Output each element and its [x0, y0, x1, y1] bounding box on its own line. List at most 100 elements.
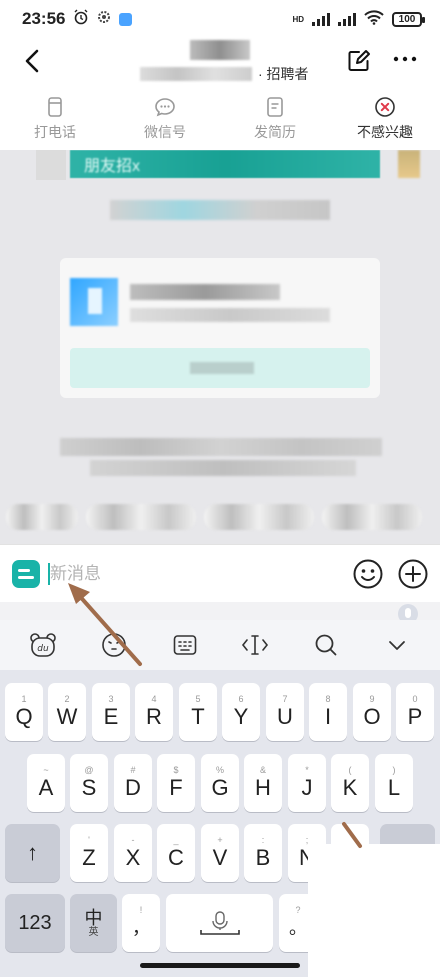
key-label: G [211, 775, 229, 800]
key-p[interactable]: 0P [396, 683, 434, 741]
key-o[interactable]: 9O [353, 683, 391, 741]
key-u[interactable]: 7U [266, 683, 304, 741]
key-q[interactable]: 1Q [5, 683, 43, 741]
key-hint: % [215, 765, 224, 775]
keyboard-switch-button[interactable] [168, 628, 202, 662]
bear-logo-icon: du [30, 633, 57, 657]
message-input[interactable] [50, 557, 330, 591]
key-hint: 9 [369, 694, 375, 704]
hide-keyboard-button[interactable] [380, 628, 414, 662]
key-hint: + [217, 835, 223, 845]
plus-icon [398, 559, 428, 589]
key-label: T [191, 704, 205, 729]
key-label: V [212, 845, 228, 870]
key-label: B [255, 845, 271, 870]
key-label: D [125, 775, 141, 800]
chat-actions-bar: 打电话 微信号 发简历 不感兴趣 [0, 88, 440, 150]
key-v[interactable]: + V [201, 824, 239, 882]
key-x[interactable]: -X [114, 824, 152, 882]
message-input-bar [0, 544, 440, 602]
keyboard-logo-button[interactable]: du [26, 628, 60, 662]
key-e[interactable]: 3E [92, 683, 130, 741]
resume-action[interactable]: 发简历 [220, 88, 330, 150]
key-w[interactable]: 2W [48, 683, 86, 741]
not-interested-action[interactable]: 不感兴趣 [330, 88, 440, 150]
chat-header: · 招聘者 [0, 38, 440, 88]
key-hint: 7 [282, 694, 288, 704]
back-button[interactable] [18, 46, 54, 82]
job-banner[interactable]: 朋友招x [70, 150, 380, 178]
quick-reply[interactable] [86, 504, 196, 530]
key-r[interactable]: 4R [135, 683, 173, 741]
key-hint: ) [392, 765, 396, 775]
call-action[interactable]: 打电话 [0, 88, 110, 150]
quick-reply[interactable] [204, 504, 314, 530]
key-hint: & [259, 765, 266, 775]
key-a[interactable]: ~ A [27, 754, 65, 812]
language-main-label: 中 [84, 908, 103, 928]
redacted-block [36, 150, 66, 180]
numbers-key[interactable]: 123 [5, 894, 65, 952]
edit-button[interactable] [346, 48, 372, 74]
key-label: Z [82, 845, 96, 870]
wechat-action[interactable]: 微信号 [110, 88, 220, 150]
space-key[interactable] [166, 894, 273, 952]
key-f[interactable]: $ F [157, 754, 195, 812]
key-label: U [277, 704, 293, 729]
key-label: Y [233, 704, 249, 729]
key-i[interactable]: 8I [309, 683, 347, 741]
key-hint: ! [139, 905, 143, 915]
key-g[interactable]: % G [201, 754, 239, 812]
key-hint: $ [173, 765, 179, 775]
more-dots-icon [393, 56, 417, 62]
emoji-panel-button[interactable] [97, 628, 131, 662]
more-button[interactable] [390, 44, 420, 74]
more-options-button[interactable] [397, 558, 429, 590]
emoji-button[interactable] [352, 558, 384, 590]
status-right: HD 100 [292, 10, 425, 28]
not-interested-icon [375, 97, 395, 117]
key-t[interactable]: 5T [179, 683, 217, 741]
key-hint: - [131, 835, 135, 845]
key-hint: @ [84, 765, 94, 775]
cursor-move-button[interactable] [238, 628, 272, 662]
keyboard-toolbar: du [0, 620, 440, 670]
call-action-label: 打电话 [34, 124, 76, 140]
quick-reply[interactable] [6, 504, 78, 530]
key-label: R [146, 704, 162, 729]
key-label: Q [15, 704, 33, 729]
job-card[interactable] [60, 258, 380, 398]
key-label: A [38, 775, 54, 800]
shift-key[interactable]: ↑ [5, 824, 60, 882]
comma-key[interactable]: !， [122, 894, 160, 952]
job-card-title-redacted [130, 284, 280, 300]
job-card-button[interactable] [70, 348, 370, 388]
face-icon [102, 633, 126, 657]
role-label: · 招聘者 [258, 66, 309, 82]
key-c[interactable]: _ C [157, 824, 195, 882]
quick-reply[interactable] [322, 504, 422, 530]
home-indicator[interactable] [140, 963, 300, 968]
key-h[interactable]: & H [244, 754, 282, 812]
key-label: L [387, 775, 401, 800]
key-hint: : [261, 835, 265, 845]
key-y[interactable]: 6Y [222, 683, 260, 741]
redacted-avatar [398, 150, 420, 178]
common-phrases-icon[interactable] [12, 560, 40, 588]
signal-2-icon [338, 12, 356, 26]
key-k[interactable]: (K [331, 754, 369, 812]
key-d[interactable]: # D [114, 754, 152, 812]
chat-messages-area[interactable]: 朋友招x [0, 150, 440, 544]
key-label: F [169, 775, 183, 800]
key-s[interactable]: @ S [70, 754, 108, 812]
key-l[interactable]: ) L [375, 754, 413, 812]
key-j[interactable]: * J [288, 754, 326, 812]
contact-subtitle: · 招聘者 [140, 64, 309, 84]
key-z[interactable]: ' Z [70, 824, 108, 882]
phone-icon [48, 97, 62, 117]
job-card-icon [70, 278, 118, 326]
key-label: K [342, 775, 358, 800]
language-switch-key[interactable]: 中英 [70, 894, 117, 952]
key-b[interactable]: :B [244, 824, 282, 882]
search-button[interactable] [309, 628, 343, 662]
